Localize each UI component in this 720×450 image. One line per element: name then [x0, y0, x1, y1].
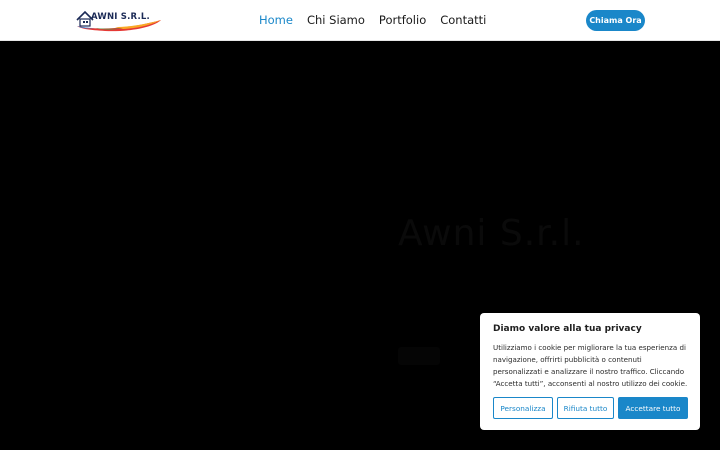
site-logo[interactable]: AWNI S.R.L.	[75, 8, 165, 32]
accept-all-button[interactable]: Accettare tutto	[618, 397, 688, 419]
nav-item-home[interactable]: Home	[259, 13, 293, 27]
cookie-banner: Diamo valore alla tua privacy Utilizziam…	[480, 313, 700, 430]
cookie-actions: Personalizza Rifiuta tutto Accettare tut…	[493, 397, 688, 419]
customize-button[interactable]: Personalizza	[493, 397, 553, 419]
nav-item-contatti[interactable]: Contatti	[440, 13, 486, 27]
reject-all-button[interactable]: Rifiuta tutto	[557, 397, 614, 419]
hero-title: Awni S.r.l.	[398, 213, 585, 254]
logo-wordmark: AWNI S.R.L.	[91, 12, 150, 22]
nav-item-portfolio[interactable]: Portfolio	[379, 13, 426, 27]
nav-item-chi-siamo[interactable]: Chi Siamo	[307, 13, 365, 27]
hero-button[interactable]	[398, 347, 440, 365]
cookie-text: Utilizziamo i cookie per migliorare la t…	[493, 343, 688, 388]
main-nav: Home Chi Siamo Portfolio Contatti	[259, 13, 486, 27]
site-header: AWNI S.R.L. Home Chi Siamo Portfolio Con…	[0, 0, 720, 41]
cookie-title: Diamo valore alla tua privacy	[493, 324, 642, 334]
call-now-button[interactable]: Chiama Ora	[586, 10, 645, 31]
